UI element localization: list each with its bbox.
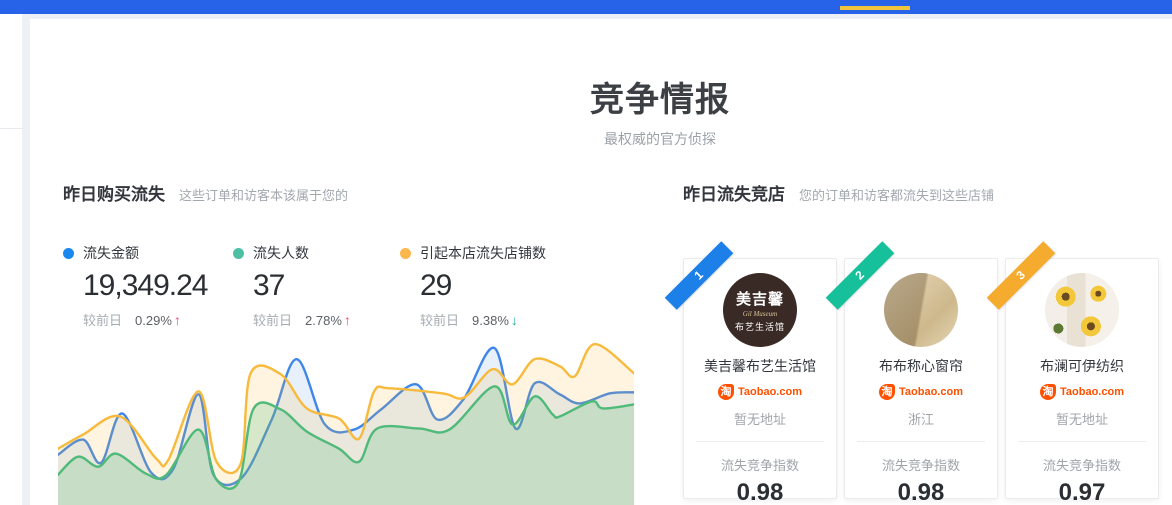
legend-item-loss-shops[interactable]: 引起本店流失店铺数 (400, 243, 546, 263)
page-title: 竞争情报 (360, 72, 960, 121)
metric-loss-amount: 流失金额 19,349.24 较前日 0.29%↑ (63, 243, 207, 329)
competitor-card-3[interactable]: 3 布澜可伊纺织 淘 Taobao.com 暂无地址 流失竞争指数 0.97 (1005, 258, 1159, 499)
metric-loss-shops: 引起本店流失店铺数 29 较前日 9.38%↓ (400, 243, 546, 329)
trend-up-icon: ↑ (344, 312, 351, 328)
competitor-section-desc: 您的订单和访客都流失到这些店铺 (799, 188, 994, 203)
metric-label: 流失金额 (83, 243, 139, 263)
store-avatar (884, 273, 958, 347)
main-panel: 竞争情报 最权威的官方侦探 昨日购买流失这些订单和访客本该属于您的 流失金额 1… (30, 19, 1172, 505)
metric-loss-visitors: 流失人数 37 较前日 2.78%↑ (233, 243, 351, 329)
legend-dot-icon (63, 248, 74, 259)
metric-label: 流失人数 (253, 243, 309, 263)
avatar-text: 美吉馨 (736, 288, 784, 309)
index-label: 流失竞争指数 (1006, 455, 1158, 474)
index-value: 0.98 (684, 479, 836, 505)
store-avatar: 美吉馨 Gil Museum 布艺生活馆 (723, 273, 797, 347)
topbar-active-tab-indicator (840, 6, 910, 10)
index-value: 0.97 (1006, 479, 1158, 505)
competitor-section-header: 昨日流失竞店您的订单和访客都流失到这些店铺 (683, 180, 994, 205)
trend-down-icon: ↓ (511, 312, 518, 328)
dashboard-page: 竞争情报 最权威的官方侦探 昨日购买流失这些订单和访客本该属于您的 流失金额 1… (0, 0, 1172, 505)
loss-trend-chart-wrap (58, 331, 634, 505)
avatar-text: 布艺生活馆 (735, 320, 785, 333)
page-header: 竞争情报 最权威的官方侦探 (360, 72, 960, 149)
metric-value: 19,349.24 (83, 269, 207, 303)
legend-item-loss-amount[interactable]: 流失金额 (63, 243, 207, 263)
metric-value: 37 (253, 269, 351, 303)
metric-compare: 较前日 9.38%↓ (420, 310, 546, 329)
taobao-icon: 淘 (879, 384, 895, 400)
metric-label: 引起本店流失店铺数 (420, 243, 546, 263)
taobao-link[interactable]: 淘 Taobao.com (845, 384, 997, 400)
competitor-section-title: 昨日流失竞店 (683, 185, 785, 204)
compare-label: 较前日 (83, 313, 122, 328)
change-percent: 2.78% (305, 313, 342, 328)
card-divider (1018, 441, 1146, 442)
taobao-domain: Taobao.com (738, 386, 802, 398)
index-label: 流失竞争指数 (684, 455, 836, 474)
metric-compare: 较前日 0.29%↑ (83, 310, 207, 329)
card-divider (696, 441, 824, 442)
store-location: 浙江 (845, 409, 997, 428)
avatar-text: Gil Museum (743, 310, 777, 318)
compare-label: 较前日 (253, 313, 292, 328)
metric-compare: 较前日 2.78%↑ (253, 310, 351, 329)
store-avatar (1045, 273, 1119, 347)
page-subtitle: 最权威的官方侦探 (360, 129, 960, 149)
legend-dot-icon (233, 248, 244, 259)
competitor-card-2[interactable]: 2 布布称心窗帘 淘 Taobao.com 浙江 流失竞争指数 0.98 (844, 258, 998, 499)
store-name: 美吉馨布艺生活馆 (684, 356, 836, 376)
taobao-link[interactable]: 淘 Taobao.com (684, 384, 836, 400)
taobao-link[interactable]: 淘 Taobao.com (1006, 384, 1158, 400)
competitor-card-1[interactable]: 1 美吉馨 Gil Museum 布艺生活馆 美吉馨布艺生活馆 淘 Taobao… (683, 258, 837, 499)
store-location: 暂无地址 (684, 409, 836, 428)
loss-section-title: 昨日购买流失 (63, 185, 165, 204)
legend-item-loss-visitors[interactable]: 流失人数 (233, 243, 351, 263)
loss-section-header: 昨日购买流失这些订单和访客本该属于您的 (63, 180, 348, 205)
taobao-domain: Taobao.com (1060, 386, 1124, 398)
sidebar-divider (0, 128, 22, 129)
index-value: 0.98 (845, 479, 997, 505)
rank-number: 3 (1013, 268, 1028, 283)
store-location: 暂无地址 (1006, 409, 1158, 428)
card-divider (857, 441, 985, 442)
topbar (0, 0, 1172, 14)
compare-label: 较前日 (420, 313, 459, 328)
metric-value: 29 (420, 269, 546, 303)
taobao-domain: Taobao.com (899, 386, 963, 398)
rank-number: 1 (691, 268, 706, 283)
rank-ribbon: 1 (665, 241, 734, 310)
legend-dot-icon (400, 248, 411, 259)
loss-trend-chart[interactable] (58, 331, 634, 505)
taobao-icon: 淘 (718, 384, 734, 400)
index-label: 流失竞争指数 (845, 455, 997, 474)
sidebar-strip (0, 14, 22, 505)
change-percent: 0.29% (135, 313, 172, 328)
loss-section-desc: 这些订单和访客本该属于您的 (179, 188, 348, 203)
trend-up-icon: ↑ (174, 312, 181, 328)
change-percent: 9.38% (472, 313, 509, 328)
taobao-icon: 淘 (1040, 384, 1056, 400)
store-name: 布布称心窗帘 (845, 356, 997, 376)
store-name: 布澜可伊纺织 (1006, 356, 1158, 376)
rank-number: 2 (852, 268, 867, 283)
